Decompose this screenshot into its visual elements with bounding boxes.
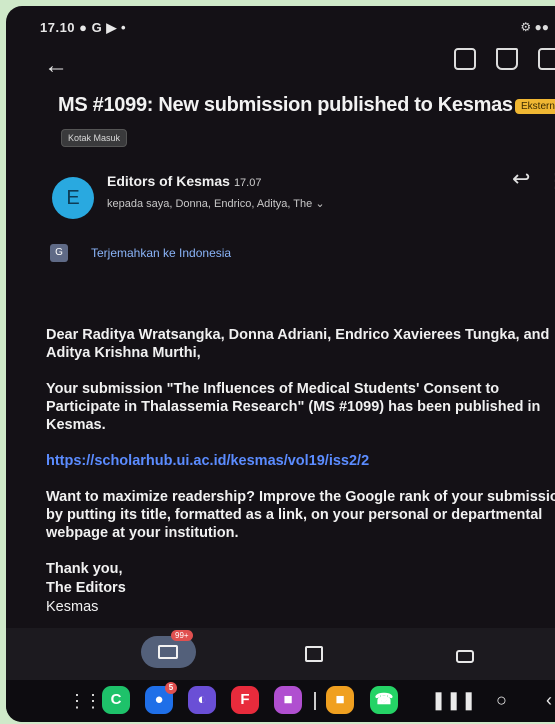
bottom-navigation: 99+ <box>6 628 555 680</box>
whatsapp-app-icon[interactable]: ☎ <box>370 686 398 714</box>
internet-app-icon[interactable]: ◐ <box>188 686 216 714</box>
translate-link[interactable]: Terjemahkan ke Indonesia <box>91 246 231 260</box>
sender-name: Editors of Kesmas 17.07 <box>107 173 262 189</box>
email-body: Dear Raditya Wratsangka, Donna Adriani, … <box>46 326 555 617</box>
status-bar-icons: ⚙ ●● <box>520 20 549 34</box>
arrow-left-icon[interactable]: ← <box>44 52 68 80</box>
sender-avatar[interactable]: E <box>52 177 94 219</box>
gallery-app-icon[interactable]: ■ <box>274 686 302 714</box>
email-paragraph: Want to maximize readership? Improve the… <box>46 489 555 541</box>
email-time: 17.07 <box>233 177 262 189</box>
status-bar-time: 17.10 ● G ▶ • <box>40 20 127 35</box>
unread-badge: 99+ <box>171 630 193 641</box>
more-icon[interactable]: ⋮ <box>546 168 555 193</box>
email-signature: Thank you, The Editors Kesmas <box>46 561 126 615</box>
app-dock: ⋮⋮⋮ C ● 5 ◐ F ■ ■ ☎ ❚❚❚ ○ ‹ <box>6 680 555 722</box>
trash-icon[interactable] <box>496 48 518 70</box>
messages-app-icon[interactable]: ● 5 <box>145 682 177 714</box>
app-badge: 5 <box>165 682 177 694</box>
home-icon[interactable]: ○ <box>496 690 507 711</box>
article-link[interactable]: https://scholarhub.ui.ac.id/kesmas/vol19… <box>46 452 555 470</box>
back-nav-icon[interactable]: ‹ <box>546 690 552 711</box>
recent-apps-icon[interactable]: ❚❚❚ <box>431 690 476 711</box>
mail-icon[interactable] <box>538 48 555 70</box>
external-label[interactable]: Ekstern <box>515 99 555 114</box>
dock-divider <box>314 692 316 710</box>
mail-icon <box>158 645 178 659</box>
email-paragraph: Your submission "The Influences of Medic… <box>46 381 541 433</box>
files-app-icon[interactable]: ■ <box>326 686 354 714</box>
reply-icon[interactable]: ↩ <box>512 166 530 192</box>
chat-icon[interactable] <box>305 646 323 662</box>
email-subject: MS #1099: New submission published to Ke… <box>58 94 513 116</box>
email-toolbar: ← <box>6 46 555 90</box>
flipboard-app-icon[interactable]: F <box>231 686 259 714</box>
video-icon[interactable] <box>456 650 474 663</box>
archive-icon[interactable] <box>454 48 476 70</box>
nav-mail-tab[interactable]: 99+ <box>141 630 196 668</box>
folder-chip[interactable]: Kotak Masuk <box>61 129 128 147</box>
phone-app-icon[interactable]: C <box>102 686 130 714</box>
chevron-down-icon: ⌄ <box>315 198 325 210</box>
phone-screen: 17.10 ● G ▶ • ⚙ ●● ← MS #1099: New submi… <box>6 6 555 722</box>
email-greeting: Dear Raditya Wratsangka, Donna Adriani, … <box>46 327 550 361</box>
recipients-toggle[interactable]: kepada saya, Donna, Endrico, Aditya, The… <box>107 197 325 210</box>
translate-icon: G <box>50 244 68 262</box>
